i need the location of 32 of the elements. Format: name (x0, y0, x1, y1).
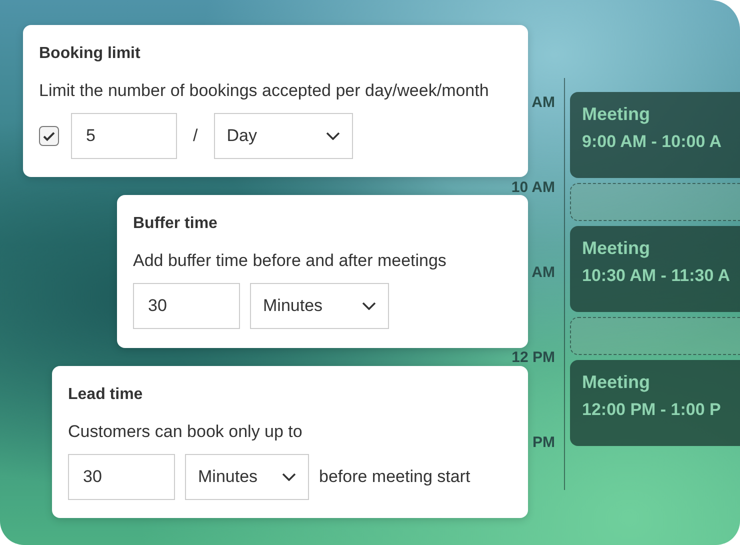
amount-field[interactable]: 30 (68, 454, 175, 500)
time-label: AM (532, 94, 555, 112)
meeting-event[interactable]: Meeting 12:00 PM - 1:00 P (570, 360, 740, 446)
card-description: Limit the number of bookings accepted per day/week/month (39, 81, 489, 101)
unit-dropdown[interactable]: Minutes (185, 454, 309, 500)
chevron-down-icon (326, 132, 340, 140)
separator-text: / (193, 126, 198, 146)
count-field[interactable]: 5 (71, 113, 177, 159)
meeting-event[interactable]: Meeting 9:00 AM - 10:00 A (570, 92, 740, 178)
chevron-down-icon (362, 302, 376, 310)
card-description: Add buffer time before and after meetings (133, 251, 446, 271)
meeting-event[interactable]: Meeting 10:30 AM - 11:30 A (570, 226, 740, 312)
checkbox[interactable] (39, 126, 59, 146)
event-title: Meeting (582, 372, 650, 392)
unit-dropdown[interactable]: Minutes (250, 283, 389, 329)
event-time: 9:00 AM - 10:00 A (582, 132, 722, 152)
time-label: 12 PM (512, 349, 555, 367)
time-label: AM (532, 264, 555, 282)
card-title: Booking limit (39, 45, 140, 63)
event-time: 12:00 PM - 1:00 P (582, 400, 721, 420)
card-title: Buffer time (133, 215, 218, 233)
card-description: Customers can book only up to (68, 422, 302, 442)
card-title: Lead time (68, 386, 143, 404)
chevron-down-icon (282, 473, 296, 481)
event-title: Meeting (582, 104, 650, 124)
event-time: 10:30 AM - 11:30 A (582, 266, 730, 286)
time-label: 10 AM (511, 179, 555, 197)
period-dropdown[interactable]: Day (214, 113, 353, 159)
event-title: Meeting (582, 238, 650, 258)
amount-field[interactable]: 30 (133, 283, 240, 329)
time-label: PM (532, 434, 555, 452)
suffix-text: before meeting start (319, 467, 470, 487)
